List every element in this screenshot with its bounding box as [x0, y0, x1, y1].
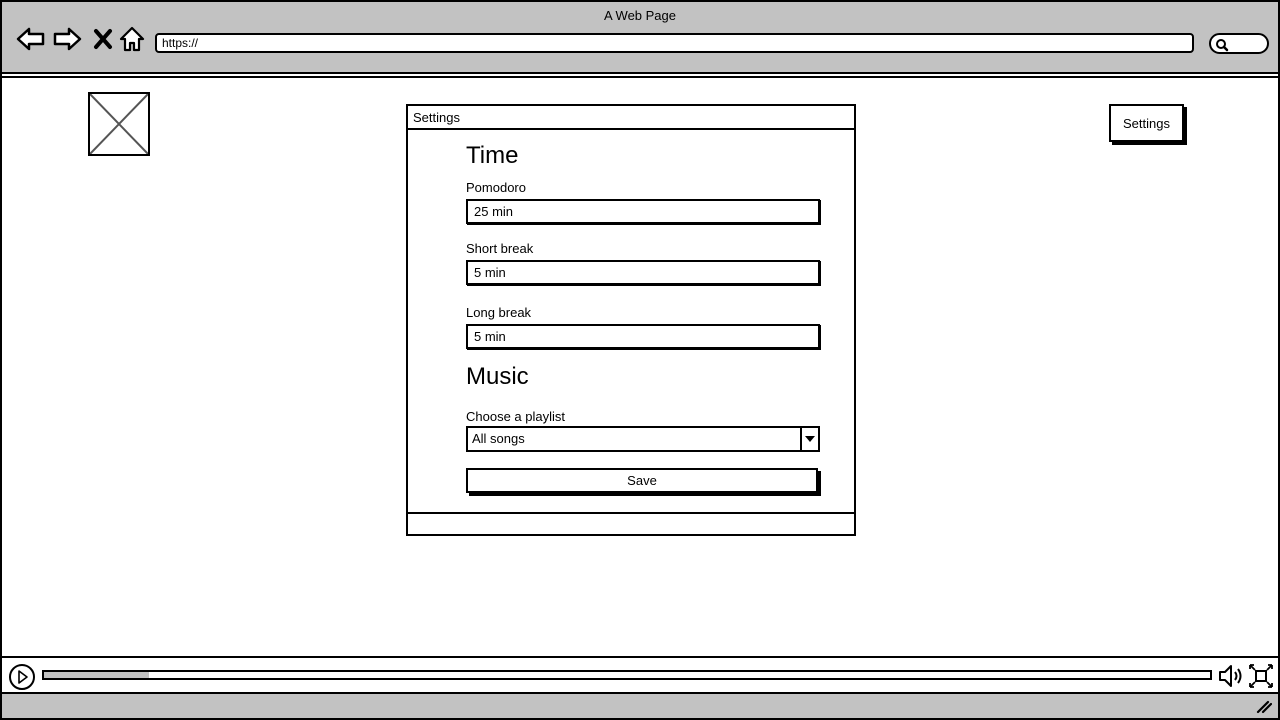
media-controls	[2, 656, 1278, 692]
settings-dialog: Settings Time Pomodoro 25 min Short brea…	[406, 104, 856, 536]
search-icon	[1216, 39, 1229, 52]
media-progress-fill	[44, 672, 149, 678]
close-icon[interactable]	[88, 24, 118, 54]
resize-grip-icon[interactable]	[1256, 700, 1273, 719]
browser-search-field[interactable]	[1209, 33, 1269, 54]
playlist-selected-value: All songs	[472, 431, 525, 446]
status-bar	[2, 692, 1278, 718]
dialog-footer-divider	[408, 512, 854, 514]
dialog-title: Settings	[408, 106, 854, 130]
volume-icon[interactable]	[1217, 663, 1245, 694]
long-break-label: Long break	[466, 305, 532, 320]
forward-arrow-icon[interactable]	[52, 24, 82, 54]
long-break-input[interactable]: 5 min	[466, 324, 820, 349]
short-break-input[interactable]: 5 min	[466, 260, 820, 285]
url-input[interactable]: https://	[155, 33, 1194, 53]
logo-image-placeholder	[88, 92, 150, 156]
playlist-select[interactable]: All songs	[466, 426, 820, 452]
settings-button[interactable]: Settings	[1109, 104, 1184, 142]
music-section-title: Music	[466, 363, 529, 390]
chevron-down-icon[interactable]	[800, 428, 818, 450]
fullscreen-icon[interactable]	[1248, 663, 1274, 694]
browser-window: A Web Page https:// Settings Settings Ti…	[0, 0, 1280, 720]
save-button[interactable]: Save	[466, 468, 818, 493]
home-icon[interactable]	[117, 24, 147, 54]
browser-chrome: A Web Page https://	[2, 2, 1278, 74]
time-section-title: Time	[466, 142, 519, 169]
playlist-label: Choose a playlist	[466, 409, 565, 424]
window-title: A Web Page	[603, 8, 677, 23]
back-arrow-icon[interactable]	[16, 24, 46, 54]
pomodoro-input[interactable]: 25 min	[466, 199, 820, 224]
short-break-label: Short break	[466, 241, 534, 256]
pomodoro-label: Pomodoro	[466, 180, 526, 195]
chrome-divider	[2, 76, 1278, 78]
media-progress-bar[interactable]	[42, 670, 1212, 680]
